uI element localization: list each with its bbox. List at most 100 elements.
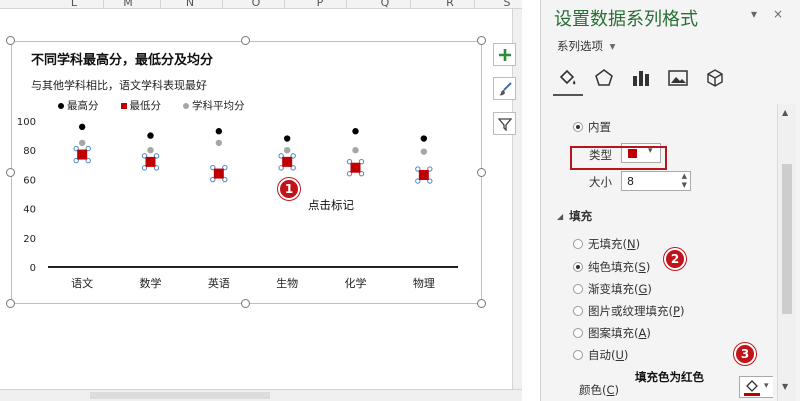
plot-area[interactable]: 0 20 40 60 80 100 语文 数学 英语 生物 化学 物理 <box>12 42 483 305</box>
column-letter[interactable]: M <box>118 0 138 9</box>
data-point-min[interactable] <box>418 170 429 181</box>
scroll-down-icon[interactable]: ▼ <box>782 382 788 391</box>
column-header-bar: L M N O P Q R S <box>0 0 522 9</box>
fill-option-automatic[interactable]: 自动(U) <box>573 347 628 363</box>
spin-down-icon[interactable]: ▼ <box>682 181 687 189</box>
chart-elements-button[interactable] <box>493 43 516 66</box>
column-letter[interactable]: P <box>310 0 330 9</box>
scroll-up-icon[interactable]: ▲ <box>782 108 788 117</box>
data-point-min[interactable] <box>282 156 293 167</box>
column-letter[interactable]: N <box>180 0 200 9</box>
bar-chart-icon <box>633 71 649 86</box>
marker-builtin-option[interactable]: 内置 <box>573 119 611 135</box>
chart-resize-handle[interactable] <box>6 299 15 308</box>
spin-up-icon[interactable]: ▲ <box>682 172 687 180</box>
y-tick-label: 100 <box>17 117 36 128</box>
chart-resize-handle[interactable] <box>477 36 486 45</box>
image-icon <box>668 70 688 86</box>
chart-resize-handle[interactable] <box>477 168 486 177</box>
radio-builtin[interactable] <box>573 122 583 132</box>
data-point-max[interactable] <box>352 128 359 135</box>
option-label: 图案填充( <box>588 326 639 340</box>
x-tick-label: 化学 <box>345 276 367 290</box>
option-suffix: ) <box>646 326 651 340</box>
pane-vertical-scrollbar[interactable]: ▲ ▼ <box>777 104 796 401</box>
data-point-max[interactable] <box>283 135 291 142</box>
chart-filters-button[interactable] <box>493 112 516 135</box>
column-letter[interactable]: Q <box>375 0 395 9</box>
close-icon[interactable]: × <box>773 7 783 21</box>
data-point-avg[interactable] <box>215 139 223 147</box>
radio-pattern-fill[interactable] <box>573 328 583 338</box>
chart-resize-handle[interactable] <box>477 299 486 308</box>
column-separator <box>346 0 347 9</box>
paint-bucket-icon <box>746 380 758 392</box>
chart-resize-handle[interactable] <box>6 36 15 45</box>
column-letter[interactable]: S <box>497 0 517 9</box>
y-tick-label: 0 <box>30 263 36 274</box>
chart-resize-handle[interactable] <box>6 168 15 177</box>
chart-styles-button[interactable] <box>493 77 516 100</box>
tab-picture[interactable] <box>666 66 690 90</box>
x-tick-label: 物理 <box>413 276 435 290</box>
fill-color-picker[interactable]: ▾ <box>739 376 773 398</box>
data-point-min[interactable] <box>77 149 88 160</box>
x-tick-label: 英语 <box>208 276 230 290</box>
radio-gradient-fill[interactable] <box>573 284 583 294</box>
data-point-max[interactable] <box>147 132 154 139</box>
fill-section-header[interactable]: ◢ 填充 <box>557 208 592 224</box>
scrollbar-thumb[interactable] <box>782 164 792 314</box>
series-options-label: 系列选项 <box>557 39 603 53</box>
radio-solid-fill[interactable] <box>573 262 583 272</box>
fill-option-pattern[interactable]: 图案填充(A) <box>573 325 651 341</box>
data-point-max[interactable] <box>215 128 223 135</box>
fill-option-gradient[interactable]: 渐变填充(G) <box>573 281 652 297</box>
marker-builtin-label: 内置 <box>588 120 611 134</box>
option-suffix: ) <box>645 260 651 274</box>
callout-fill-red: 填充色为红色 <box>635 370 704 384</box>
sheet-horizontal-scrollbar[interactable] <box>0 389 522 401</box>
scrollbar-thumb[interactable] <box>90 392 270 399</box>
x-tick-label: 数学 <box>140 276 162 290</box>
data-point-avg[interactable] <box>283 147 291 154</box>
chart-area[interactable]: 不同学科最高分，最低分及均分 与其他学科相比，语文学科表现最好 最高分 最低分 … <box>11 41 482 304</box>
marker-size-spinner[interactable]: 8 ▲ ▼ <box>621 171 691 191</box>
sheet-vertical-scrollbar[interactable] <box>512 9 522 389</box>
data-point-avg[interactable] <box>352 147 359 154</box>
data-point-max[interactable] <box>78 123 86 131</box>
fill-option-none[interactable]: 无填充(N) <box>573 236 640 252</box>
radio-no-fill[interactable] <box>573 239 583 249</box>
x-tick-label: 语文 <box>71 276 93 290</box>
data-point-avg[interactable] <box>78 139 86 147</box>
chart-resize-handle[interactable] <box>241 36 250 45</box>
data-point-min[interactable] <box>145 156 156 167</box>
chevron-down-icon: ▾ <box>764 381 769 391</box>
fill-option-picture[interactable]: 图片或纹理填充(P) <box>573 303 684 319</box>
column-letter[interactable]: L <box>64 0 84 9</box>
data-point-avg[interactable] <box>147 147 154 154</box>
column-letter[interactable]: O <box>246 0 266 9</box>
fill-option-solid[interactable]: 纯色填充(S) <box>573 259 650 275</box>
column-letter[interactable]: R <box>440 0 460 9</box>
series-options-dropdown[interactable]: 系列选项 ▾ <box>557 38 615 54</box>
tab-3d-format[interactable] <box>703 66 727 90</box>
filter-icon <box>497 117 512 131</box>
option-accel: A <box>638 326 647 340</box>
column-separator <box>160 0 161 9</box>
radio-auto-fill[interactable] <box>573 350 583 360</box>
pane-menu-icon[interactable]: ▾ <box>751 7 757 21</box>
data-point-max[interactable] <box>420 135 428 142</box>
tab-fill-line[interactable] <box>555 66 579 90</box>
radio-picture-fill[interactable] <box>573 306 583 316</box>
step-badge-3: 3 <box>734 343 756 365</box>
chart-resize-handle[interactable] <box>241 299 250 308</box>
data-point-min[interactable] <box>350 162 361 173</box>
callout-click-marker: 点击标记 <box>308 198 354 212</box>
step-badge-2: 2 <box>664 248 686 270</box>
tab-series-options[interactable] <box>629 66 653 90</box>
tab-effects[interactable] <box>592 66 616 90</box>
format-data-series-pane: 设置数据系列格式 ▾ × 系列选项 ▾ 内置 类型 ▾ 大小 8 ▲ ▼ ◢ 填… <box>540 0 800 401</box>
option-label: 纯色填充( <box>588 260 639 274</box>
data-point-avg[interactable] <box>420 148 428 155</box>
data-point-min[interactable] <box>213 168 224 179</box>
